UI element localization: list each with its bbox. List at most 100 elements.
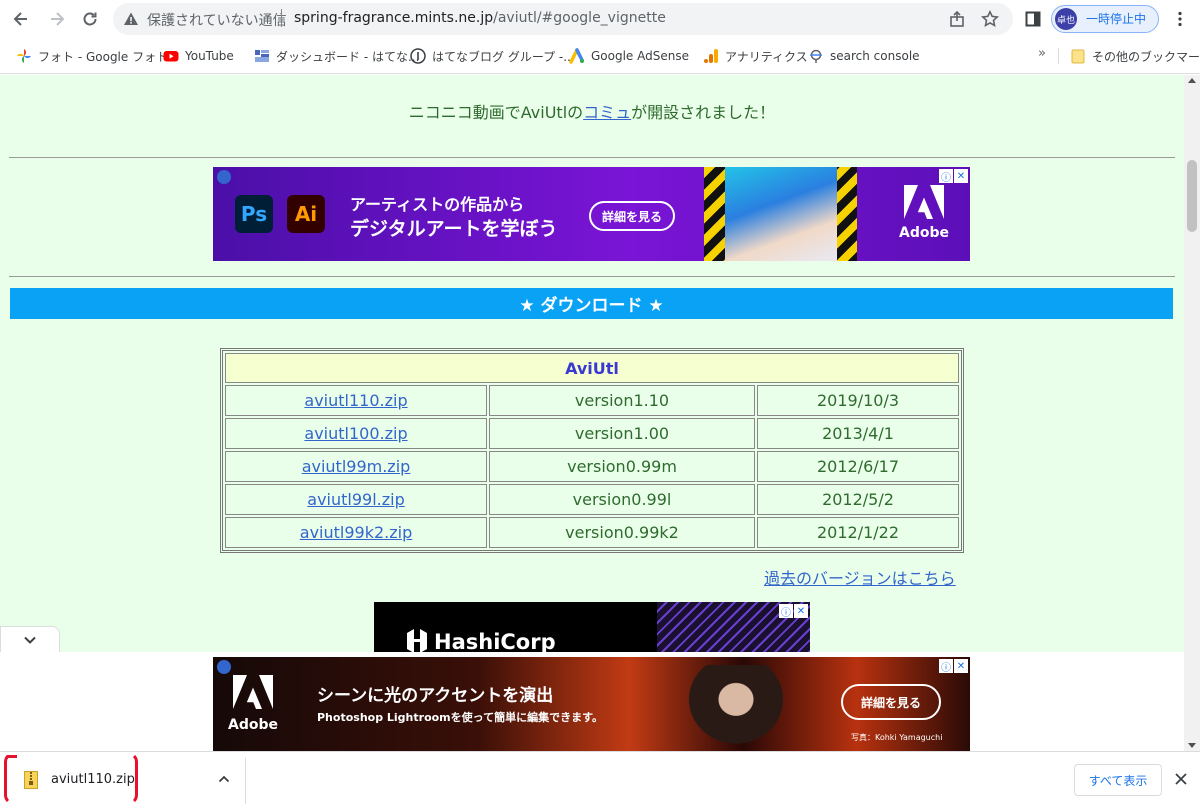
- bookmark-label: ダッシュボード - はてな...: [276, 49, 420, 64]
- divider: [9, 276, 1175, 277]
- illustrator-logo: Ai: [287, 195, 325, 233]
- download-link[interactable]: aviutl100.zip: [304, 424, 407, 443]
- ad-headline: シーンに光のアクセントを演出: [317, 686, 554, 706]
- warning-icon[interactable]: [123, 11, 139, 27]
- ad-subheadline: デジタルアートを学ぼう: [350, 218, 558, 240]
- adobe-brand-text: Adobe: [899, 225, 949, 241]
- past-versions-link[interactable]: 過去のバージョンはこちら: [764, 565, 956, 589]
- adsense-icon: [569, 48, 584, 64]
- dashboard-icon: [255, 50, 269, 62]
- back-button[interactable]: [8, 6, 34, 32]
- bookmark-hatena-blog[interactable]: はてなブログ グループ -...: [410, 47, 575, 65]
- red-annotation-bracket: [4, 752, 138, 805]
- scroll-thumb[interactable]: [1187, 160, 1197, 232]
- date-cell: 2012/6/17: [757, 451, 959, 482]
- google-photos-icon: [17, 49, 31, 63]
- shelf-divider: [245, 758, 246, 804]
- adobe-ad-banner[interactable]: Ps Ai アーティストの作品から デジタルアートを学ぼう 詳細を見る Adob…: [213, 167, 970, 261]
- scroll-down-arrow[interactable]: [1188, 743, 1196, 748]
- bookmark-label: フォト - Google フォト: [38, 49, 169, 64]
- profile-button[interactable]: 卓也 一時停止中: [1051, 5, 1159, 33]
- url-path: /aviutl/#google_vignette: [493, 10, 666, 26]
- share-button[interactable]: [946, 8, 968, 30]
- ad-collapse-tab[interactable]: [0, 626, 60, 652]
- url-text: spring-fragrance.mints.ne.jp/aviutl/#goo…: [294, 10, 666, 26]
- version-cell: version0.99l: [489, 484, 755, 515]
- side-panel-icon: [1025, 11, 1041, 27]
- ad-photo-portrait: [681, 665, 791, 751]
- download-table: AviUtl aviutl110.zip version1.10 2019/10…: [220, 348, 964, 553]
- adobe-logo-area: Adobe: [878, 175, 970, 261]
- ad-close-icon[interactable]: ✕: [794, 604, 808, 618]
- bookmark-other-folder[interactable]: その他のブックマーク: [1070, 47, 1200, 65]
- bookmark-label: Google AdSense: [591, 49, 689, 63]
- version-cell: version0.99k2: [489, 517, 755, 548]
- table-header-row: AviUtl: [225, 353, 959, 383]
- side-panel-button[interactable]: [1021, 7, 1045, 31]
- community-link[interactable]: コミュ: [583, 103, 631, 122]
- table-row: aviutl99k2.zip version0.99k2 2012/1/22: [225, 517, 959, 548]
- file-cell: aviutl110.zip: [225, 385, 487, 416]
- version-cell: version0.99m: [489, 451, 755, 482]
- omnibox-divider: [281, 9, 282, 27]
- ad-info-icon[interactable]: ⓘ: [939, 169, 953, 184]
- ad-artwork-character: [725, 167, 837, 261]
- ad-controls: ⓘ ✕: [939, 659, 968, 674]
- menu-button[interactable]: [1168, 7, 1192, 31]
- show-all-button[interactable]: すべて表示: [1074, 764, 1162, 796]
- close-icon[interactable]: [1172, 770, 1190, 788]
- profile-status: 一時停止中: [1086, 12, 1147, 26]
- table-row: aviutl100.zip version1.00 2013/4/1: [225, 418, 959, 449]
- bookmark-google-photos[interactable]: フォト - Google フォト: [16, 47, 168, 65]
- notice-text: ニコニコ動画でAviUtlの: [408, 103, 584, 122]
- ad-controls: ⓘ ✕: [939, 169, 968, 184]
- bookmark-label: はてなブログ グループ -...: [432, 49, 575, 64]
- ad-shield-icon: [217, 170, 231, 184]
- download-heading: ★ ダウンロード ★: [10, 288, 1173, 319]
- web-page: ニコニコ動画でAviUtlのコミュが開設されました！ Ps Ai アーティストの…: [0, 75, 1184, 751]
- bookmark-star-button[interactable]: [979, 8, 1001, 30]
- ad-info-icon[interactable]: ⓘ: [779, 604, 793, 619]
- bookmark-search-console[interactable]: search console: [808, 47, 920, 65]
- version-cell: version1.00: [489, 418, 755, 449]
- hashicorp-ad-banner[interactable]: HashiCorp ⓘ ✕: [374, 602, 810, 652]
- table-title: AviUtl: [225, 353, 959, 383]
- bookmarks-overflow-button[interactable]: »: [1038, 46, 1046, 61]
- file-cell: aviutl99m.zip: [225, 451, 487, 482]
- bookmark-adsense[interactable]: Google AdSense: [569, 47, 689, 65]
- ad-close-icon[interactable]: ✕: [954, 659, 968, 673]
- download-link[interactable]: aviutl99m.zip: [302, 457, 411, 476]
- more-vertical-icon: [1178, 11, 1182, 27]
- forward-button[interactable]: [44, 6, 70, 32]
- chevron-up-icon[interactable]: [216, 771, 232, 787]
- hatena-icon: [410, 48, 426, 64]
- address-bar[interactable]: 保護されていない通信 spring-fragrance.mints.ne.jp/…: [113, 3, 1013, 35]
- file-cell: aviutl99k2.zip: [225, 517, 487, 548]
- lightroom-ad-banner[interactable]: Adobe シーンに光のアクセントを演出 Photoshop Lightroom…: [213, 657, 970, 751]
- download-shelf: aviutl110.zip すべて表示: [0, 751, 1200, 808]
- adobe-brand-text: Adobe: [228, 717, 278, 733]
- ad-details-button[interactable]: 詳細を見る: [841, 684, 941, 720]
- ad-details-button[interactable]: 詳細を見る: [589, 201, 675, 231]
- download-link[interactable]: aviutl99k2.zip: [300, 523, 412, 542]
- notice-text-suffix: が開設されました！: [631, 103, 776, 122]
- date-cell: 2019/10/3: [757, 385, 959, 416]
- ad-controls: ⓘ ✕: [779, 604, 808, 619]
- download-link[interactable]: aviutl99l.zip: [307, 490, 404, 509]
- browser-toolbar: 保護されていない通信 spring-fragrance.mints.ne.jp/…: [0, 0, 1200, 38]
- table-row: aviutl99m.zip version0.99m 2012/6/17: [225, 451, 959, 482]
- bookmark-analytics[interactable]: アナリティクス: [703, 47, 808, 65]
- ad-close-icon[interactable]: ✕: [954, 169, 968, 183]
- ad-subheadline: Photoshop Lightroomを使って簡単に編集できます。: [317, 711, 603, 724]
- bookmark-dashboard[interactable]: ダッシュボード - はてな...: [254, 47, 419, 65]
- bookmark-youtube[interactable]: YouTube: [163, 47, 234, 65]
- reload-button[interactable]: [77, 6, 103, 32]
- page-scrollbar[interactable]: [1184, 75, 1200, 751]
- scroll-up-arrow[interactable]: [1188, 78, 1196, 83]
- bookmark-label: search console: [830, 49, 920, 63]
- ad-info-icon[interactable]: ⓘ: [939, 659, 953, 674]
- chevron-down-icon: [24, 636, 36, 644]
- url-host: spring-fragrance.mints.ne.jp: [294, 10, 494, 26]
- search-console-icon: [810, 49, 822, 63]
- download-link[interactable]: aviutl110.zip: [304, 391, 407, 410]
